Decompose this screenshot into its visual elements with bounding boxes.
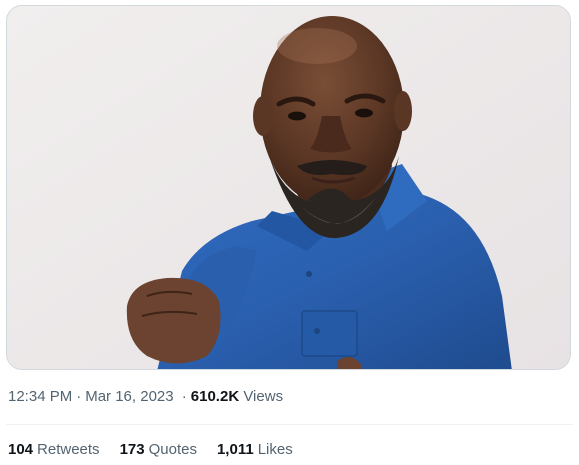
retweets-count: 104 — [8, 441, 34, 458]
likes-link[interactable]: 1,011 Likes — [217, 439, 293, 461]
views-label: Views — [243, 388, 284, 405]
tweet-detail: 12:34 PM · Mar 16, 2023 · 610.2K Views 104 R… — [0, 0, 579, 465]
tweet-timestamp-link[interactable]: 12:34 PM · Mar 16, 2023 — [8, 388, 178, 405]
tweet-photo[interactable] — [6, 5, 571, 370]
views-count: 610.2K — [190, 388, 240, 405]
quotes-label: Quotes — [148, 441, 197, 458]
portrait-photo-illustration — [7, 6, 570, 369]
retweets-link[interactable]: 104 Retweets — [8, 439, 100, 461]
tweet-time: 12:34 PM — [8, 388, 73, 405]
tweet-timestamp-views: 12:34 PM · Mar 16, 2023 · 610.2K Views — [8, 386, 283, 408]
quotes-link[interactable]: 173 Quotes — [120, 439, 197, 461]
likes-label: Likes — [257, 441, 293, 458]
views-link[interactable]: 610.2K Views — [191, 388, 283, 405]
meta-separator: · — [181, 388, 187, 405]
meta-separator: · — [76, 388, 82, 405]
likes-count: 1,011 — [216, 441, 254, 458]
tweet-date: Mar 16, 2023 — [85, 388, 174, 405]
engagement-stats: 104 Retweets 173 Quotes 1,011 Likes — [8, 439, 293, 461]
quotes-count: 173 — [119, 441, 145, 458]
divider — [6, 424, 573, 425]
retweets-label: Retweets — [37, 441, 100, 458]
